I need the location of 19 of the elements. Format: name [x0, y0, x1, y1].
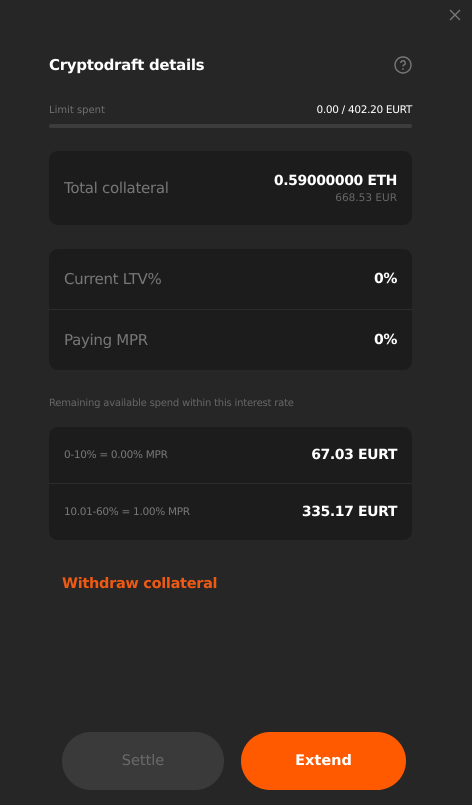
- withdraw-collateral-link[interactable]: Withdraw collateral: [62, 576, 218, 592]
- tiers-note: Remaining available spend within this interest rate: [49, 398, 295, 409]
- stat-value: 0%: [374, 271, 397, 287]
- collateral-label: Total collateral: [64, 179, 169, 197]
- extend-button[interactable]: Extend: [241, 732, 406, 790]
- close-icon[interactable]: [449, 9, 461, 21]
- dialog-title: Cryptodraft details: [49, 56, 204, 74]
- tier-label: 10.01-60% = 1.00% MPR: [64, 506, 190, 518]
- tier-value: 67.03 EURT: [311, 447, 397, 463]
- collateral-fiat-value: 668.53 EUR: [335, 192, 397, 204]
- stat-label: Paying MPR: [64, 331, 148, 349]
- stat-value: 0%: [374, 332, 397, 348]
- help-icon[interactable]: [394, 56, 412, 74]
- collateral-value: 0.59000000 ETH: [274, 172, 397, 188]
- limit-label: Limit spent: [49, 104, 105, 116]
- limit-value: 0.00 / 402.20 EURT: [316, 104, 412, 116]
- tier-label: 0-10% = 0.00% MPR: [64, 449, 168, 461]
- stat-label: Current LTV%: [64, 270, 162, 288]
- tier-value: 335.17 EURT: [302, 504, 397, 520]
